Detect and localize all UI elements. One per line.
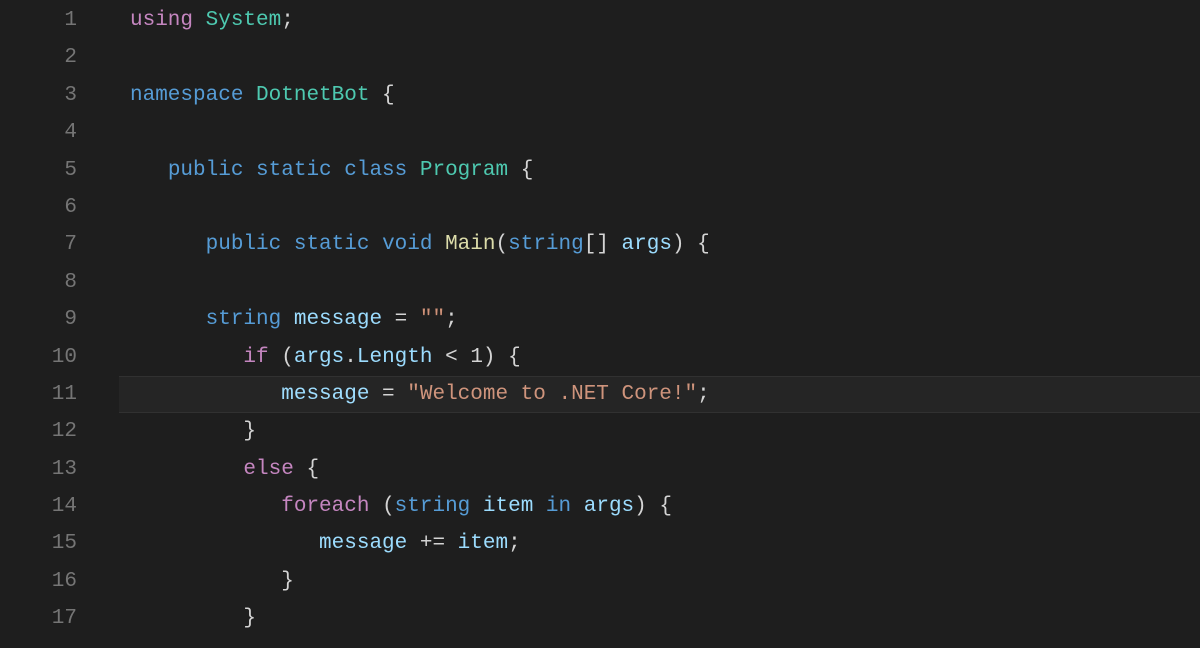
line-number: 5 [0, 152, 77, 189]
code-token: foreach [281, 495, 382, 518]
code-token: else [243, 458, 306, 481]
line-number: 6 [0, 189, 77, 226]
line-number: 16 [0, 563, 77, 600]
code-token: Program [420, 159, 508, 182]
code-line[interactable]: message = "Welcome to .NET Core!"; [95, 376, 1200, 413]
code-token: ( [496, 233, 509, 256]
code-token: ) { [672, 233, 710, 256]
code-token: DotnetBot [256, 84, 369, 107]
code-area[interactable]: using System; namespace DotnetBot { publi… [95, 2, 1200, 648]
code-line[interactable] [95, 39, 1200, 76]
code-token: args [622, 233, 672, 256]
line-number: 12 [0, 413, 77, 450]
code-token: string [508, 233, 584, 256]
code-token: public [168, 159, 256, 182]
line-number: 14 [0, 488, 77, 525]
code-token: ) { [483, 346, 521, 369]
code-line[interactable]: message += item; [95, 525, 1200, 562]
code-token: System [206, 9, 282, 32]
code-line[interactable]: } [95, 600, 1200, 637]
line-number: 1 [0, 2, 77, 39]
code-token: } [243, 607, 256, 630]
code-editor[interactable]: 1234567891011121314151617 using System;n… [0, 0, 1200, 648]
code-line[interactable] [95, 189, 1200, 226]
line-number-gutter: 1234567891011121314151617 [0, 2, 95, 648]
code-line[interactable] [95, 114, 1200, 151]
code-token: ; [697, 383, 710, 406]
code-token: ; [281, 9, 294, 32]
code-line[interactable]: namespace DotnetBot { [95, 77, 1200, 114]
code-token: static [294, 233, 382, 256]
code-token: ; [508, 532, 521, 555]
code-token: public [206, 233, 294, 256]
code-token: message [281, 383, 369, 406]
line-number: 9 [0, 301, 77, 338]
code-token: args [294, 346, 344, 369]
code-token: item [483, 495, 533, 518]
code-line[interactable]: if (args.Length < 1) { [95, 339, 1200, 376]
code-token: "" [420, 308, 445, 331]
code-line[interactable] [95, 264, 1200, 301]
code-token: in [533, 495, 583, 518]
code-token: ; [445, 308, 458, 331]
code-token: message [319, 532, 407, 555]
code-token: string [206, 308, 294, 331]
line-number: 2 [0, 39, 77, 76]
code-line[interactable]: using System; [95, 2, 1200, 39]
code-line[interactable]: } [95, 563, 1200, 600]
code-line[interactable]: foreach (string item in args) { [95, 488, 1200, 525]
code-token: += [407, 532, 457, 555]
code-token: { [306, 458, 319, 481]
code-token: [] [584, 233, 622, 256]
line-number: 7 [0, 226, 77, 263]
line-number: 3 [0, 77, 77, 114]
line-number: 8 [0, 264, 77, 301]
line-number: 15 [0, 525, 77, 562]
code-token: args [584, 495, 634, 518]
code-token: } [243, 420, 256, 443]
line-number: 11 [0, 376, 77, 413]
line-number: 10 [0, 339, 77, 376]
code-token: } [281, 570, 294, 593]
code-token: string [395, 495, 483, 518]
code-token: Length [357, 346, 433, 369]
code-token: { [508, 159, 533, 182]
code-line[interactable]: else { [95, 451, 1200, 488]
line-number: 17 [0, 600, 77, 637]
code-token: void [382, 233, 445, 256]
code-line[interactable]: public static void Main(string[] args) { [95, 226, 1200, 263]
line-number: 13 [0, 451, 77, 488]
code-token: Main [445, 233, 495, 256]
code-token: < [433, 346, 471, 369]
code-token: "Welcome to .NET Core!" [407, 383, 697, 406]
code-token: ( [281, 346, 294, 369]
code-token: item [458, 532, 508, 555]
code-line[interactable]: } [95, 413, 1200, 450]
code-token: ( [382, 495, 395, 518]
code-token: { [369, 84, 394, 107]
code-line[interactable]: string message = ""; [95, 301, 1200, 338]
code-token: if [243, 346, 281, 369]
code-token: namespace [130, 84, 256, 107]
code-token: 1 [470, 346, 483, 369]
code-token: static [256, 159, 344, 182]
code-token: class [344, 159, 420, 182]
code-line[interactable]: public static class Program { [95, 152, 1200, 189]
code-token: using [130, 9, 206, 32]
code-token: ) { [634, 495, 672, 518]
code-token: . [344, 346, 357, 369]
line-number: 4 [0, 114, 77, 151]
code-token: message [294, 308, 382, 331]
code-token: = [382, 308, 420, 331]
code-token: = [369, 383, 407, 406]
